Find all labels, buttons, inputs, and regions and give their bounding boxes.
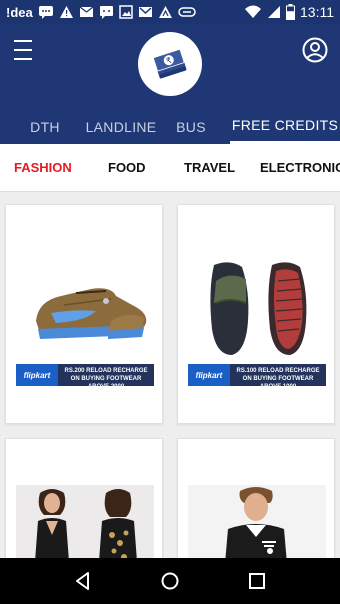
offer-card[interactable] <box>5 438 163 558</box>
rupee-money-icon: ₹ <box>138 32 202 96</box>
tab-bus[interactable]: BUS <box>152 109 230 144</box>
offer-image-men-polo <box>188 485 326 558</box>
recents-icon[interactable] <box>245 569 269 593</box>
home-icon[interactable] <box>158 569 182 593</box>
offer-image-women-top <box>16 485 154 558</box>
wifi-icon <box>245 5 261 18</box>
subtab-fashion[interactable]: FASHION <box>14 160 72 175</box>
email-icon <box>79 6 94 17</box>
offer-text: RS.100 RELOAD RECHARGE ON BUYING FOOTWEA… <box>230 364 326 390</box>
gmail-icon <box>138 7 152 17</box>
account-circle-icon[interactable] <box>302 37 328 63</box>
subtab-food[interactable]: FOOD <box>108 160 146 175</box>
offer-text: RS.200 RELOAD RECHARGE ON BUYING FOOTWEA… <box>58 364 154 390</box>
women-top-image <box>16 485 154 558</box>
message-icon <box>99 6 113 19</box>
chat-icon <box>38 6 53 19</box>
category-tabs: DTH LANDLINE BUS FREE CREDITS <box>0 109 340 144</box>
offer-card[interactable]: flipkart RS.100 RELOAD RECHARGE ON BUYIN… <box>177 204 335 424</box>
subcategory-tabs: FASHION FOOD TRAVEL ELECTRONICS <box>0 144 340 192</box>
offer-banner: flipkart RS.100 RELOAD RECHARGE ON BUYIN… <box>188 364 326 390</box>
subtab-travel[interactable]: TRAVEL <box>184 160 235 175</box>
shoe-image <box>16 251 154 364</box>
back-icon[interactable] <box>71 569 95 593</box>
signal-icon <box>268 6 280 18</box>
offer-card[interactable]: flipkart RS.200 RELOAD RECHARGE ON BUYIN… <box>5 204 163 424</box>
flipkart-logo: flipkart <box>16 364 58 386</box>
battery-icon <box>286 4 295 20</box>
offers-grid: flipkart RS.200 RELOAD RECHARGE ON BUYIN… <box>0 192 340 558</box>
men-polo-image <box>188 485 326 558</box>
sandal-image <box>188 251 326 364</box>
subtab-electronics[interactable]: ELECTRONICS <box>260 160 340 175</box>
image-icon <box>118 5 133 19</box>
hamburger-icon[interactable] <box>14 40 38 60</box>
offer-banner: flipkart RS.200 RELOAD RECHARGE ON BUYIN… <box>16 364 154 390</box>
clock: 13:11 <box>300 4 334 20</box>
system-nav-bar <box>0 558 340 604</box>
carrier-label: !dea <box>6 4 33 20</box>
app-header: ₹ DTH LANDLINE BUS FREE CREDITS <box>0 24 340 144</box>
link-icon <box>177 7 196 17</box>
offer-image-shoe: flipkart RS.200 RELOAD RECHARGE ON BUYIN… <box>16 251 154 390</box>
triangle-alert-icon <box>158 6 172 18</box>
tab-free-credits[interactable]: FREE CREDITS <box>230 109 340 144</box>
flipkart-logo: flipkart <box>188 364 230 386</box>
offer-card[interactable] <box>177 438 335 558</box>
tab-landline[interactable]: LANDLINE <box>86 109 157 144</box>
warning-icon <box>59 6 73 18</box>
status-bar: !dea 13:11 <box>0 0 340 24</box>
offer-image-sandal: flipkart RS.100 RELOAD RECHARGE ON BUYIN… <box>188 251 326 390</box>
tab-dth[interactable]: DTH <box>0 109 90 144</box>
